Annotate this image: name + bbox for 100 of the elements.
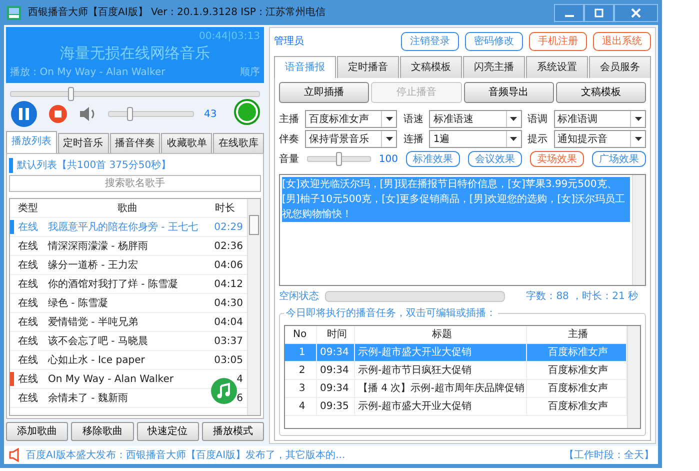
playlist-button[interactable]: 播放模式 bbox=[202, 422, 264, 441]
table-cell-text: 04:30 bbox=[214, 296, 243, 310]
close-icon bbox=[631, 8, 641, 18]
table-cell-text: 百度标准女声 bbox=[548, 382, 608, 396]
user-name: 管理员 bbox=[274, 34, 304, 48]
caret-icon bbox=[634, 137, 642, 141]
announcement-text: 百度AI版本盛大发布：西银播音大师【百度AI版】发布了，其它版本的... bbox=[26, 448, 346, 462]
scrollbar[interactable] bbox=[632, 175, 645, 285]
scrollbar[interactable] bbox=[247, 199, 260, 415]
playlist-button[interactable]: 快速定位 bbox=[136, 422, 199, 441]
dropdown-value: 百度标准女声 bbox=[309, 112, 369, 126]
table-cell-text: 09:34 bbox=[320, 346, 349, 360]
table-cell-text: 该不会忘了吧 - 马晓晨 bbox=[48, 334, 148, 348]
scrollbar[interactable] bbox=[627, 326, 640, 428]
display-headline: 海量无损在线网络音乐 bbox=[59, 44, 211, 62]
tab[interactable]: 收藏歌单 bbox=[161, 133, 212, 153]
column-header: No bbox=[293, 328, 307, 342]
tab[interactable]: 定时播音 bbox=[337, 56, 399, 78]
field-label: 语速 bbox=[403, 112, 424, 126]
dropdown-value: 标准语速 bbox=[433, 112, 474, 126]
tab[interactable]: 闪亮主播 bbox=[463, 56, 525, 78]
table-cell-text: 示例-超市盛大开业大促销 bbox=[358, 400, 472, 414]
table-cell-text: 爱情错觉 - 半吨兄弟 bbox=[48, 316, 138, 330]
tab[interactable]: 播音伴奏 bbox=[110, 133, 160, 153]
maximize-icon bbox=[594, 8, 604, 18]
table-cell-text: 在线 bbox=[18, 354, 38, 368]
table-cell-text: 03:37 bbox=[214, 334, 243, 348]
table-cell-text: 6 bbox=[236, 392, 243, 406]
caret-icon bbox=[386, 117, 393, 121]
now-playing: 播放 : On My Way - Alan Walker bbox=[10, 66, 166, 80]
music-icon[interactable] bbox=[211, 378, 237, 404]
table-cell-text: On My Way - Alan Walker bbox=[48, 372, 174, 386]
caret-icon bbox=[634, 117, 642, 121]
column-header: 类型 bbox=[18, 202, 38, 216]
stop-button[interactable] bbox=[48, 104, 68, 124]
minimize-button[interactable] bbox=[554, 4, 584, 22]
column-header: 时间 bbox=[327, 328, 347, 342]
field-label: 连播 bbox=[403, 132, 424, 146]
work-time: 【工作时段：全天】 bbox=[564, 448, 654, 462]
table-cell-text: 我愿意平凡的陪在你身旁 - 王七七 bbox=[48, 220, 198, 234]
speaker-icon bbox=[8, 448, 20, 462]
volume-thumb[interactable] bbox=[127, 107, 133, 121]
pause-button[interactable] bbox=[10, 100, 38, 128]
table-cell-text: 余情未了 - 魏新雨 bbox=[48, 392, 128, 406]
column-header: 时长 bbox=[215, 202, 235, 216]
dropdown-value: 通知提示音 bbox=[558, 132, 608, 146]
table-cell-text: 百度标准女声 bbox=[548, 400, 608, 414]
action-button[interactable]: 立即插播 bbox=[279, 82, 370, 103]
table-cell-text: 03:05 bbox=[214, 354, 243, 368]
tab[interactable]: 会员服务 bbox=[589, 56, 651, 78]
play-mode: 顺序 bbox=[240, 66, 260, 80]
table-cell-text: 09:34 bbox=[320, 382, 349, 396]
close-button[interactable] bbox=[614, 4, 658, 22]
playing-marker bbox=[10, 372, 14, 386]
dropdown[interactable]: 通知提示音 bbox=[554, 130, 646, 148]
column-header: 标题 bbox=[432, 328, 452, 342]
table-cell-text: 3 bbox=[298, 382, 306, 396]
dropdown[interactable]: 1遍 bbox=[429, 130, 522, 148]
table-cell-text: 心如止水 - Ice paper bbox=[48, 354, 145, 368]
dropdown[interactable]: 标准语调 bbox=[554, 110, 646, 128]
dropdown[interactable]: 标准语速 bbox=[429, 110, 522, 128]
action-button[interactable]: 音频导出 bbox=[464, 82, 554, 103]
table-cell-text: 在线 bbox=[18, 316, 38, 330]
dropdown[interactable]: 百度标准女声 bbox=[305, 110, 398, 128]
selection-marker bbox=[10, 220, 14, 234]
seek-thumb[interactable] bbox=[68, 87, 74, 101]
table-cell-text: 百度标准女声 bbox=[548, 346, 608, 360]
caret-icon bbox=[510, 117, 518, 121]
table-cell-text: 在线 bbox=[18, 220, 38, 234]
table-cell-text: 09:34 bbox=[320, 364, 349, 378]
text-stats: 字数：88 ，时长：21 秒 bbox=[526, 290, 638, 304]
table-cell-text: 02:36 bbox=[214, 240, 243, 254]
tab[interactable]: 系统设置 bbox=[526, 56, 588, 78]
tab[interactable]: 在线歌库 bbox=[213, 133, 264, 153]
record-button[interactable] bbox=[234, 98, 260, 124]
table-cell-text: 2 bbox=[298, 364, 306, 378]
table-cell-text: 在线 bbox=[18, 392, 38, 406]
dropdown-value: 标准语调 bbox=[558, 112, 598, 126]
volume-value: 43 bbox=[204, 108, 217, 122]
table-cell-text: 在线 bbox=[18, 296, 38, 310]
tab[interactable]: 定时音乐 bbox=[58, 133, 109, 153]
header-button[interactable]: 注销登录 bbox=[401, 32, 459, 50]
column-header: 主播 bbox=[568, 328, 588, 342]
tab[interactable]: 文稿模板 bbox=[400, 56, 462, 78]
status-label: 空闲状态 bbox=[279, 290, 319, 304]
caret-icon bbox=[510, 137, 518, 141]
search-field[interactable]: 搜索歌名歌手 bbox=[9, 175, 261, 192]
app-icon bbox=[6, 4, 22, 20]
table-cell-text: 04:04 bbox=[214, 316, 243, 330]
table-cell-text: 04:12 bbox=[214, 278, 243, 292]
action-button[interactable]: 文稿模板 bbox=[556, 82, 646, 103]
playlist-button[interactable]: 添加歌曲 bbox=[6, 422, 68, 441]
playlist-button[interactable]: 移除歌曲 bbox=[71, 422, 134, 441]
table-cell-text: 4 bbox=[236, 372, 243, 386]
maximize-button[interactable] bbox=[584, 4, 614, 22]
table-cell-text: 02:29 bbox=[214, 220, 243, 234]
table-cell-text: 在线 bbox=[18, 258, 38, 272]
volume-thumb[interactable] bbox=[336, 152, 342, 166]
caret-icon bbox=[386, 137, 393, 141]
dropdown[interactable]: 保持背景音乐 bbox=[305, 130, 398, 148]
